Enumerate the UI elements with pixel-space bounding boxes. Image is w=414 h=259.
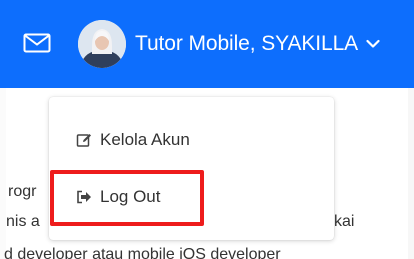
page: Tutor Mobile, SYAKILLA rogr nis a kai d … bbox=[0, 0, 414, 259]
menu-item-kelola-akun[interactable]: Kelola Akun bbox=[49, 120, 334, 160]
messages-button[interactable] bbox=[20, 30, 54, 56]
user-dropdown-menu: Kelola Akun Log Out bbox=[49, 97, 334, 240]
user-name: Tutor Mobile, SYAKILLA bbox=[135, 32, 359, 55]
background-text-fragment: d developer atau mobile iOS developer bbox=[4, 246, 281, 259]
background-text-fragment: rogr bbox=[8, 183, 37, 200]
top-navbar: Tutor Mobile, SYAKILLA bbox=[0, 0, 414, 88]
page-right-edge bbox=[408, 88, 414, 259]
menu-item-label: Kelola Akun bbox=[100, 130, 190, 149]
chevron-down-icon bbox=[366, 39, 380, 49]
user-menu-toggle[interactable]: Tutor Mobile, SYAKILLA bbox=[78, 20, 380, 68]
sign-out-icon bbox=[76, 190, 100, 204]
edit-icon bbox=[76, 132, 100, 148]
menu-item-label: Log Out bbox=[100, 187, 161, 206]
background-text-fragment: nis a bbox=[6, 213, 40, 230]
avatar bbox=[78, 20, 126, 68]
menu-item-log-out[interactable]: Log Out bbox=[49, 177, 334, 217]
background-text-fragment: kai bbox=[334, 213, 355, 230]
page-left-edge bbox=[0, 88, 6, 259]
envelope-icon bbox=[23, 33, 51, 53]
